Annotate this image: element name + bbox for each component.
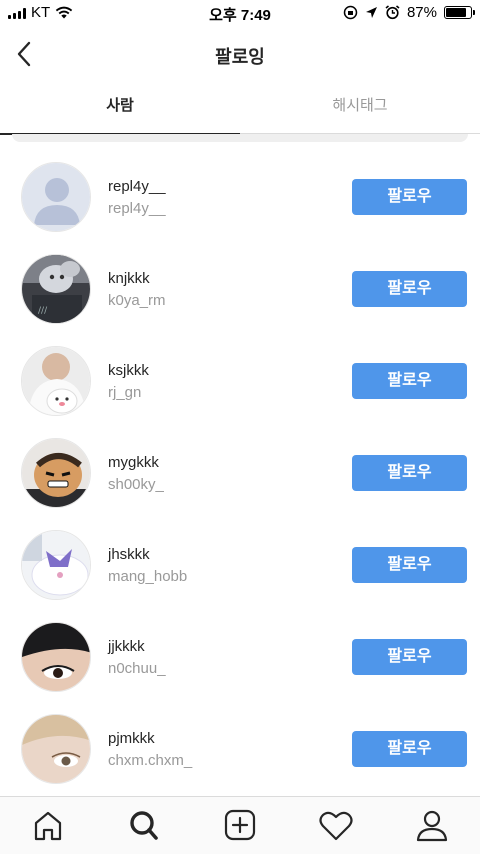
username[interactable]: jjkkkk <box>108 638 145 655</box>
list-item: mygkkk sh00ky_ 팔로우 <box>0 426 480 518</box>
location-icon <box>365 7 377 18</box>
follow-button[interactable]: 팔로우 <box>352 455 467 491</box>
battery-icon <box>444 6 475 19</box>
rotation-lock-icon <box>343 5 358 20</box>
activity-heart-icon[interactable] <box>316 809 356 843</box>
list-item: jjkkkk n0chuu_ 팔로우 <box>0 610 480 702</box>
follow-button[interactable]: 팔로우 <box>352 547 467 583</box>
profile-icon[interactable] <box>412 809 452 843</box>
bottom-nav <box>0 796 480 854</box>
mang-plush-photo[interactable] <box>21 530 91 600</box>
username[interactable]: knjkkk <box>108 270 150 287</box>
search-icon[interactable] <box>124 809 164 843</box>
following-list: repl4y__ repl4y__ 팔로우 /// knjkkk k0ya_rm… <box>0 150 480 794</box>
alarm-icon <box>385 5 400 20</box>
eye-closeup-photo[interactable] <box>21 622 91 692</box>
user-subtitle: sh00ky_ <box>108 476 164 493</box>
follow-button[interactable]: 팔로우 <box>352 271 467 307</box>
tab-hashtags[interactable]: 해시태그 <box>240 80 480 134</box>
username[interactable]: jhskkk <box>108 546 150 563</box>
list-item: jhskkk mang_hobb 팔로우 <box>0 518 480 610</box>
list-item: ksjkkk rj_gn 팔로우 <box>0 334 480 426</box>
add-post-icon[interactable] <box>220 809 260 843</box>
list-item: pjmkkk chxm.chxm_ 팔로우 <box>0 702 480 794</box>
home-icon[interactable] <box>28 809 68 843</box>
username[interactable]: pjmkkk <box>108 730 155 747</box>
status-bar: KT 오후 7:49 87% <box>0 0 480 28</box>
follow-button[interactable]: 팔로우 <box>352 731 467 767</box>
header: 팔로잉 <box>0 28 480 80</box>
list-item: /// knjkkk k0ya_rm 팔로우 <box>0 242 480 334</box>
face-closeup-photo[interactable] <box>21 714 91 784</box>
list-item: repl4y__ repl4y__ 팔로우 <box>0 150 480 242</box>
tab-bar: 사람 해시태그 <box>0 80 480 135</box>
username[interactable]: mygkkk <box>108 454 159 471</box>
follow-button[interactable]: 팔로우 <box>352 363 467 399</box>
username[interactable]: repl4y__ <box>108 178 166 195</box>
page-title: 팔로잉 <box>215 47 265 67</box>
shooky-plush-photo[interactable] <box>21 438 91 508</box>
tab-people[interactable]: 사람 <box>0 80 240 135</box>
user-subtitle: chxm.chxm_ <box>108 752 193 769</box>
user-subtitle: repl4y__ <box>108 200 166 217</box>
user-subtitle: n0chuu_ <box>108 660 166 677</box>
koya-plush-photo[interactable]: /// <box>21 254 91 324</box>
follow-button[interactable]: 팔로우 <box>352 179 467 215</box>
user-subtitle: mang_hobb <box>108 568 188 585</box>
battery-percent: 87% <box>406 4 437 21</box>
user-subtitle: rj_gn <box>108 384 142 401</box>
scroll-edge <box>12 134 468 142</box>
default-avatar-icon[interactable] <box>21 162 91 232</box>
svg-text:///: /// <box>38 306 48 316</box>
username[interactable]: ksjkkk <box>108 362 149 379</box>
rj-plush-photo[interactable] <box>21 346 91 416</box>
user-subtitle: k0ya_rm <box>108 292 166 309</box>
follow-button[interactable]: 팔로우 <box>352 639 467 675</box>
